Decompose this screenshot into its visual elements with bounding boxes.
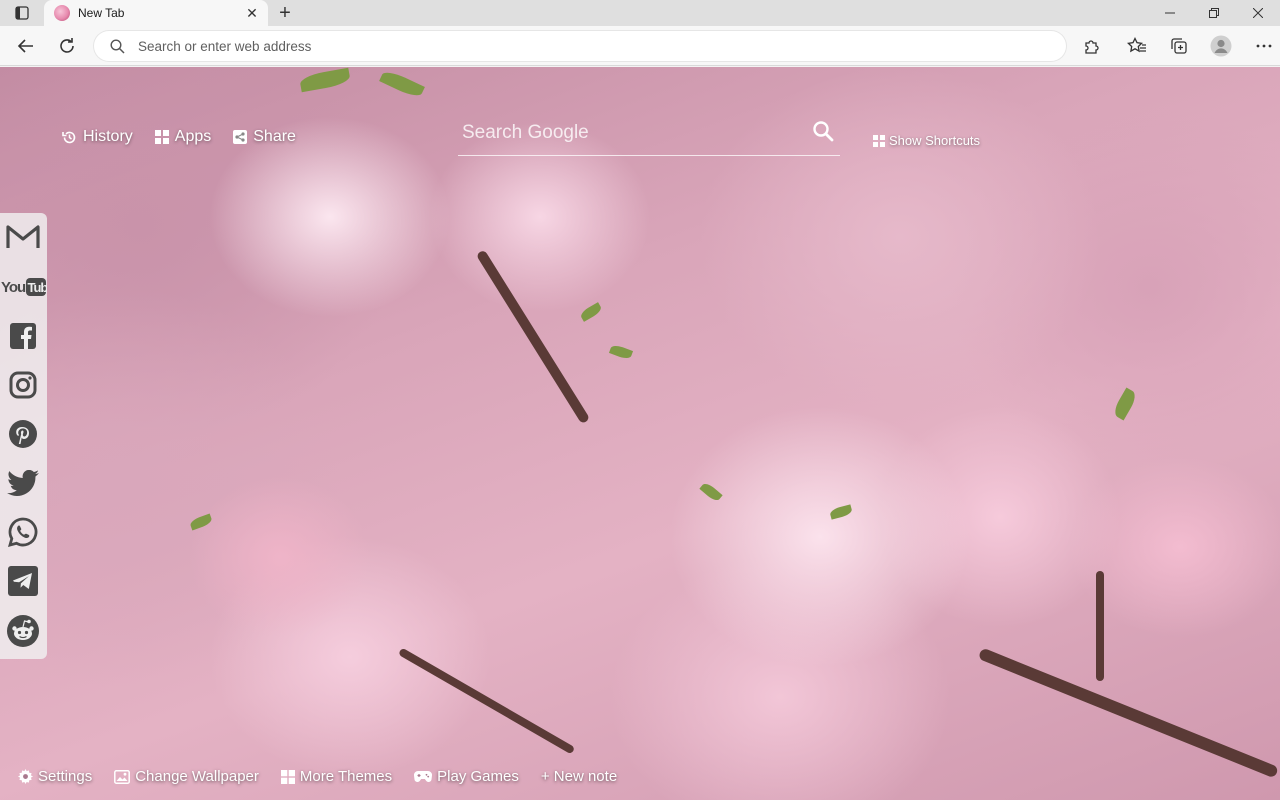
telegram-icon bbox=[8, 566, 38, 596]
telegram-link[interactable] bbox=[5, 563, 41, 599]
grid-icon bbox=[873, 134, 885, 147]
youtube-icon: You Tube bbox=[1, 278, 47, 296]
tab-close-icon[interactable]: ✕ bbox=[242, 3, 262, 23]
play-games-label: Play Games bbox=[437, 768, 519, 785]
youtube-you-text: You bbox=[1, 279, 26, 296]
gmail-link[interactable] bbox=[5, 219, 41, 255]
branch bbox=[475, 249, 591, 425]
tab-new-tab[interactable]: New Tab ✕ bbox=[44, 0, 268, 26]
settings-label: Settings bbox=[38, 768, 93, 785]
branch bbox=[398, 647, 576, 755]
instagram-link[interactable] bbox=[5, 367, 41, 403]
tab-strip: New Tab ✕ + bbox=[0, 0, 1280, 26]
gear-icon bbox=[18, 769, 33, 784]
facebook-icon bbox=[10, 323, 36, 349]
show-shortcuts-button[interactable]: Show Shortcuts bbox=[873, 133, 980, 148]
favorites-button[interactable] bbox=[1123, 32, 1151, 60]
windows-grid-icon bbox=[280, 769, 295, 784]
image-icon bbox=[114, 769, 131, 784]
youtube-link[interactable]: You Tube bbox=[0, 269, 47, 305]
tab-title: New Tab bbox=[78, 6, 125, 20]
share-icon bbox=[233, 130, 248, 144]
extensions-button[interactable] bbox=[1078, 32, 1106, 60]
leaf bbox=[379, 68, 425, 100]
favorites-icon bbox=[1127, 37, 1146, 53]
change-wallpaper-label: Change Wallpaper bbox=[135, 768, 259, 785]
minimize-icon bbox=[1165, 12, 1175, 14]
show-shortcuts-label: Show Shortcuts bbox=[889, 133, 981, 148]
close-icon bbox=[1253, 8, 1263, 18]
leaf bbox=[829, 504, 853, 520]
search-icon[interactable] bbox=[812, 120, 834, 142]
browser-toolbar bbox=[0, 26, 1280, 66]
gamepad-icon bbox=[414, 770, 433, 782]
whatsapp-icon bbox=[8, 517, 38, 547]
restore-icon bbox=[1209, 8, 1219, 18]
history-link[interactable]: History bbox=[62, 128, 133, 146]
apps-label: Apps bbox=[174, 128, 212, 145]
gmail-icon bbox=[6, 225, 40, 248]
refresh-button[interactable] bbox=[53, 32, 81, 60]
leaf bbox=[1111, 387, 1139, 421]
twitter-link[interactable] bbox=[5, 465, 41, 501]
search-icon bbox=[108, 37, 126, 55]
collections-icon bbox=[1171, 38, 1187, 54]
leaf bbox=[188, 513, 214, 531]
more-themes-label: More Themes bbox=[299, 768, 393, 785]
history-icon bbox=[62, 131, 76, 143]
minimize-button[interactable] bbox=[1148, 0, 1192, 26]
leaf bbox=[699, 481, 723, 503]
leaf bbox=[298, 67, 352, 93]
top-links: History Apps Share bbox=[62, 128, 296, 146]
settings-button[interactable]: Settings bbox=[18, 768, 92, 785]
profile-icon bbox=[1210, 35, 1232, 57]
reddit-link[interactable] bbox=[5, 613, 41, 649]
branch bbox=[977, 647, 1279, 779]
apps-icon bbox=[154, 130, 169, 144]
google-search-box bbox=[458, 112, 840, 156]
extensions-icon bbox=[1085, 40, 1099, 54]
wallpaper bbox=[0, 67, 1280, 800]
address-input[interactable] bbox=[138, 38, 1018, 54]
leaf bbox=[608, 343, 634, 361]
branch bbox=[1096, 571, 1104, 681]
leaf bbox=[578, 302, 604, 322]
window-controls bbox=[1148, 0, 1280, 26]
back-icon bbox=[17, 39, 33, 53]
tab-actions-icon bbox=[15, 6, 29, 20]
address-bar[interactable] bbox=[94, 31, 1066, 61]
bottom-bar: Settings Change Wallpaper More Themes Pl… bbox=[18, 768, 617, 785]
google-search-input[interactable] bbox=[462, 120, 802, 146]
more-icon bbox=[1256, 44, 1272, 48]
reddit-icon bbox=[7, 615, 39, 647]
whatsapp-link[interactable] bbox=[5, 514, 41, 550]
tab-actions-button[interactable] bbox=[8, 3, 36, 23]
pinterest-link[interactable] bbox=[5, 416, 41, 452]
twitter-icon bbox=[7, 470, 39, 496]
share-label: Share bbox=[253, 128, 296, 145]
new-note-button[interactable]: + New note bbox=[541, 768, 617, 785]
youtube-tube-text: Tube bbox=[27, 280, 47, 295]
history-label: History bbox=[83, 128, 133, 145]
facebook-link[interactable] bbox=[5, 318, 41, 354]
more-button[interactable] bbox=[1250, 32, 1278, 60]
instagram-icon bbox=[9, 371, 37, 399]
cherry-blossom-favicon-icon bbox=[54, 5, 70, 21]
social-sidebar: You Tube bbox=[0, 213, 47, 659]
new-tab-button[interactable]: + bbox=[274, 2, 296, 24]
share-link[interactable]: Share bbox=[233, 128, 296, 146]
new-note-label: + New note bbox=[540, 768, 618, 785]
apps-link[interactable]: Apps bbox=[154, 128, 212, 146]
more-themes-button[interactable]: More Themes bbox=[280, 768, 393, 785]
profile-button[interactable] bbox=[1207, 32, 1235, 60]
restore-button[interactable] bbox=[1192, 0, 1236, 26]
close-window-button[interactable] bbox=[1236, 0, 1280, 26]
refresh-icon bbox=[60, 38, 74, 53]
back-button[interactable] bbox=[12, 32, 40, 60]
collections-button[interactable] bbox=[1165, 32, 1193, 60]
play-games-button[interactable]: Play Games bbox=[414, 768, 519, 785]
change-wallpaper-button[interactable]: Change Wallpaper bbox=[114, 768, 259, 785]
pinterest-icon bbox=[9, 420, 37, 448]
